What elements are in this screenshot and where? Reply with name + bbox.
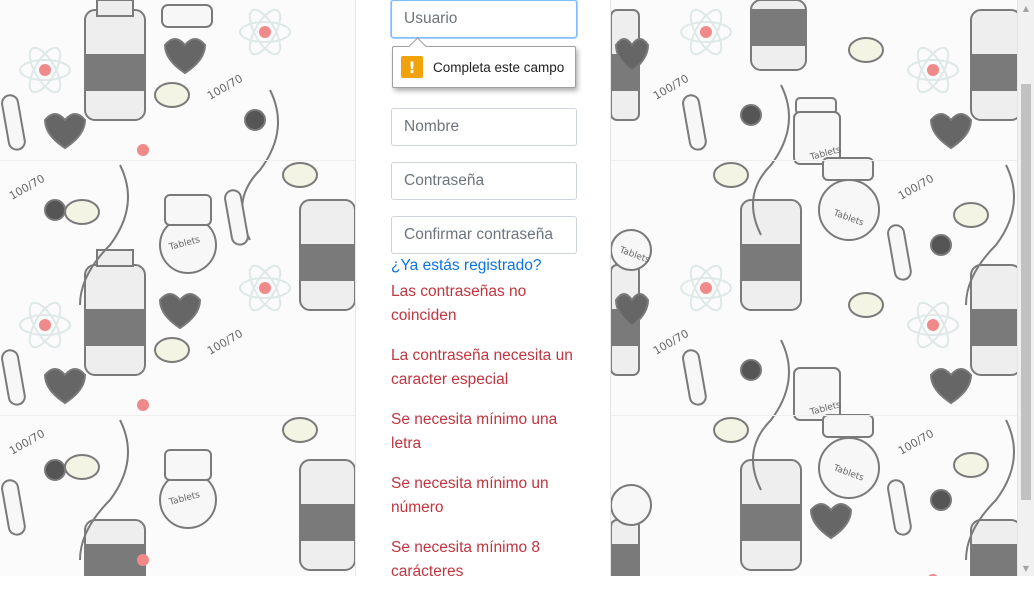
bp-reading-text: 100/70	[205, 72, 245, 103]
pill-icon	[282, 162, 318, 188]
pill-icon	[154, 82, 190, 108]
heart-icon	[43, 113, 87, 150]
test-tube-icon	[224, 189, 249, 246]
page-scrollbar[interactable]: ▲ ▼	[1017, 0, 1034, 576]
validation-tooltip: ! Completa este campo	[392, 46, 576, 88]
already-registered-link[interactable]: ¿Ya estás registrado?	[391, 257, 541, 275]
test-tube-icon	[682, 94, 707, 151]
bp-reading-text: 100/70	[205, 327, 245, 358]
error-min-length: Se necesita mínimo 8 carácteres	[391, 539, 541, 580]
medicine-bottle-icon	[299, 199, 355, 311]
pill-icon	[848, 37, 884, 63]
confirm-password-input[interactable]	[391, 216, 577, 254]
register-form-card: ! Completa este campo ¿Ya estás registra…	[355, 0, 611, 580]
pill-icon	[848, 292, 884, 318]
pattern-svg-right: 100/70 100/70 100/70 100/70 Tablets Tabl…	[611, 0, 1017, 576]
validation-tooltip-text: Completa este campo	[433, 59, 565, 75]
test-tube-icon	[887, 224, 912, 281]
medicine-bottle-icon	[299, 459, 355, 571]
medicine-bottle-icon	[84, 249, 146, 376]
medicine-bottle-icon	[970, 9, 1017, 576]
test-tube-icon	[1, 349, 26, 406]
pill-icon	[64, 199, 100, 225]
pill-icon	[953, 452, 989, 478]
heart-icon	[929, 368, 973, 405]
medicine-bottle-icon	[84, 519, 146, 576]
bp-reading-text: 100/70	[7, 172, 47, 203]
heart-icon	[929, 113, 973, 150]
error-list: Las contraseñas no coinciden La contrase…	[391, 280, 591, 600]
error-letter-required: Se necesita mínimo una letra	[391, 411, 558, 452]
pill-icon	[713, 417, 749, 443]
pill-icon	[282, 417, 318, 443]
bp-reading-text: 100/70	[896, 427, 936, 458]
stethoscope-icon	[244, 109, 266, 131]
medical-pattern-background-left: 100/70 100/70 100/70 100/70 Tablets Tabl…	[0, 0, 355, 576]
heart-icon	[809, 503, 853, 540]
test-tube-icon	[682, 349, 707, 406]
scrollbar-thumb[interactable]	[1021, 84, 1031, 500]
pill-icon	[154, 337, 190, 363]
username-input[interactable]	[391, 0, 577, 38]
scroll-down-arrow-icon[interactable]: ▼	[1018, 560, 1034, 576]
error-special-character: La contraseña necesita un caracter espec…	[391, 347, 573, 388]
medicine-bottle-icon	[84, 0, 146, 121]
bp-reading-text: 100/70	[7, 427, 47, 458]
pill-icon	[953, 202, 989, 228]
pattern-svg-left: 100/70 100/70 100/70 100/70 Tablets Tabl…	[0, 0, 355, 576]
password-input[interactable]	[391, 162, 577, 200]
test-tube-icon	[1, 479, 26, 536]
scroll-up-arrow-icon[interactable]: ▲	[1018, 0, 1034, 16]
heart-icon	[43, 368, 87, 405]
pill-icon	[64, 454, 100, 480]
test-tube-icon	[887, 479, 912, 536]
medical-pattern-background-right: 100/70 100/70 100/70 100/70 Tablets Tabl…	[611, 0, 1017, 576]
error-passwords-mismatch: Las contraseñas no coinciden	[391, 283, 527, 324]
bp-reading-text: 100/70	[896, 172, 936, 203]
error-number-required: Se necesita mínimo un número	[391, 475, 549, 516]
pill-icon	[713, 162, 749, 188]
warning-icon: !	[401, 56, 423, 78]
heart-icon	[158, 293, 202, 330]
test-tube-icon	[1, 94, 26, 151]
name-input[interactable]	[391, 108, 577, 146]
medicine-bottle-icon	[740, 0, 807, 571]
heart-icon	[163, 38, 207, 75]
